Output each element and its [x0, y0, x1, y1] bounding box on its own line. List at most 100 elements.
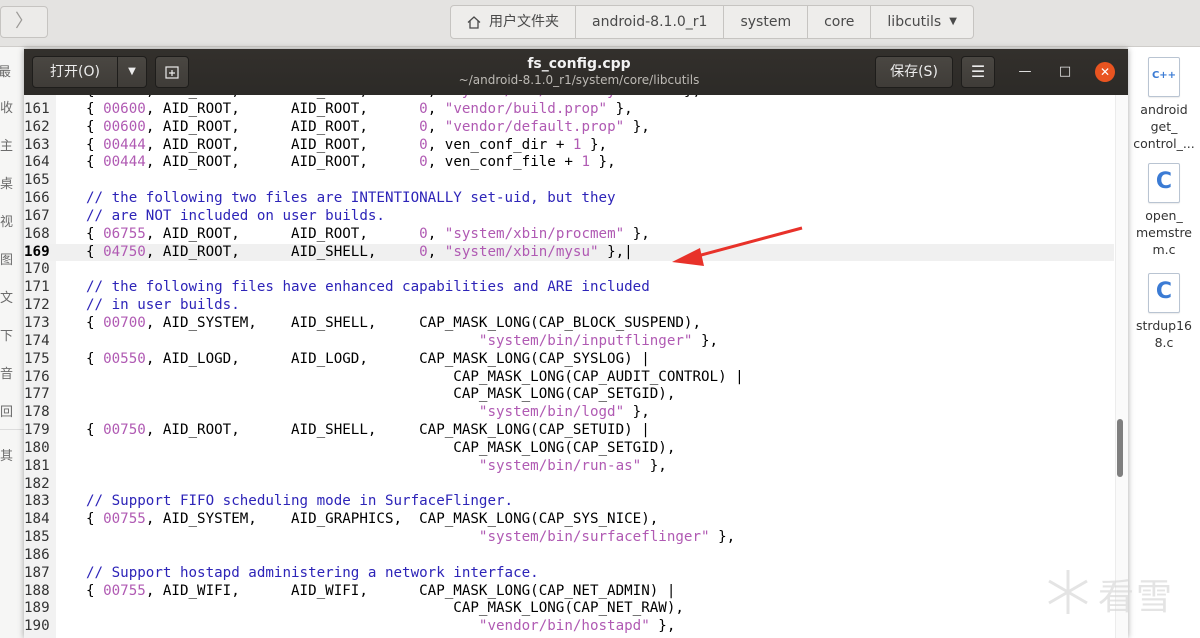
line-number: 176 — [24, 368, 50, 385]
sidebar-item[interactable]: 主 — [0, 135, 24, 153]
sidebar-item[interactable]: 视 — [0, 211, 24, 229]
code-token: }, — [675, 95, 701, 99]
code-token: { — [86, 582, 104, 599]
breadcrumb-android[interactable]: android-8.1.0_r1 — [576, 5, 725, 39]
breadcrumb-libcutils[interactable]: libcutils ▼ — [871, 5, 974, 39]
code-token: }, — [624, 404, 650, 421]
code-token: }, — [641, 457, 667, 474]
forward-button[interactable]: 〉 — [0, 6, 48, 38]
sidebar-item[interactable]: 其 — [0, 445, 24, 463]
sidebar-item[interactable]: 图 — [0, 249, 24, 267]
sidebar-item[interactable]: 回 — [0, 401, 24, 419]
code-line[interactable]: 183 // Support FIFO scheduling mode in Su… — [24, 493, 1114, 511]
watermark-text: 看雪 — [1098, 577, 1175, 618]
line-number: 183 — [24, 493, 50, 510]
code-token: { — [86, 95, 103, 99]
code-line[interactable]: 161 { 00600, AID_ROOT, AID_ROOT, 0, "vend… — [24, 101, 1114, 119]
code-token: , AID_ROOT, AID_ROOT, — [145, 100, 420, 117]
code-line[interactable]: 181 "system/bin/run-as" }, — [24, 458, 1114, 476]
line-text: // Support FIFO scheduling mode in Surfa… — [56, 493, 513, 511]
save-button[interactable]: 保存(S) — [875, 56, 953, 88]
code-token: , — [427, 243, 445, 260]
code-token: , AID_WIFI, AID_WIFI, CAP_MASK_LONG(CAP_… — [145, 582, 676, 599]
vertical-scrollbar[interactable] — [1115, 95, 1128, 638]
line-text: "vendor/bin/hostapd" }, — [56, 618, 675, 636]
code-line[interactable]: 163 { 00444, AID_ROOT, AID_ROOT, 0, ven_c… — [24, 137, 1114, 155]
code-line[interactable]: 189 CAP_MASK_LONG(CAP_NET_RAW), — [24, 600, 1114, 618]
code-token: { — [86, 154, 104, 171]
open-button[interactable]: 打开(O) — [32, 56, 118, 88]
cpp-file-icon: C++ — [1148, 57, 1180, 97]
new-document-button[interactable] — [155, 56, 189, 88]
code-line[interactable]: 173 { 00700, AID_SYSTEM, AID_SHELL, CAP_M… — [24, 315, 1114, 333]
code-line[interactable]: 186 — [24, 547, 1114, 565]
code-line[interactable]: 164 { 00444, AID_ROOT, AID_ROOT, 0, ven_c… — [24, 154, 1114, 172]
code-line[interactable]: 190 "vendor/bin/hostapd" }, — [24, 618, 1114, 636]
open-recent-dropdown[interactable]: ▼ — [117, 56, 147, 88]
code-line[interactable]: 175 { 00550, AID_LOGD, AID_LOGD, CAP_MASK… — [24, 351, 1114, 369]
line-number: 163 — [24, 136, 50, 153]
code-line[interactable]: 176 CAP_MASK_LONG(CAP_AUDIT_CONTROL) | — [24, 369, 1114, 387]
code-number: 00440 — [103, 95, 146, 99]
line-text: // the following files have enhanced cap… — [56, 279, 650, 297]
code-line[interactable]: 180 CAP_MASK_LONG(CAP_SETGID), — [24, 440, 1114, 458]
file-name: android get_ control_... — [1128, 101, 1200, 152]
code-line[interactable]: 182 — [24, 476, 1114, 494]
code-line[interactable]: 185 "system/bin/surfaceflinger" }, — [24, 529, 1114, 547]
file-item[interactable]: C++ android get_ control_... — [1128, 57, 1200, 152]
line-number: 180 — [24, 439, 50, 456]
document-path: ~/android-8.1.0_r1/system/core/libcutils — [458, 73, 700, 87]
line-number: 168 — [24, 225, 50, 242]
code-line[interactable]: 188 { 00755, AID_WIFI, AID_WIFI, CAP_MASK… — [24, 583, 1114, 601]
close-button[interactable]: ✕ — [1095, 62, 1115, 82]
minimize-icon: — — [1018, 64, 1032, 79]
code-line[interactable]: 177 CAP_MASK_LONG(CAP_SETGID), — [24, 386, 1114, 404]
sidebar-item[interactable]: 音 — [0, 363, 24, 381]
line-number: 184 — [24, 511, 50, 528]
file-item[interactable]: C open_ memstre m.c — [1128, 163, 1200, 258]
file-name-line: get_ — [1150, 119, 1178, 134]
sidebar-item[interactable]: 下 — [0, 325, 24, 343]
breadcrumb-core[interactable]: core — [808, 5, 872, 39]
document-title: fs_config.cpp — [527, 56, 631, 72]
sidebar-item[interactable]: 文 — [0, 287, 24, 305]
code-line[interactable]: 162 { 00600, AID_ROOT, AID_ROOT, 0, "vend… — [24, 119, 1114, 137]
code-view[interactable]: 160{ 00440, AID_ROOT, AID_ROOT, 0, "syst… — [24, 95, 1128, 638]
code-token: { — [86, 350, 104, 367]
file-badge: C — [1155, 169, 1173, 194]
line-number: 181 — [24, 457, 50, 474]
code-line[interactable]: 174 "system/bin/inputflinger" }, — [24, 333, 1114, 351]
code-line[interactable]: 187 // Support hostapd administering a ne… — [24, 565, 1114, 583]
code-line[interactable]: 167 // are NOT included on user builds. — [24, 208, 1114, 226]
code-line[interactable]: 165 — [24, 172, 1114, 190]
code-line[interactable]: 166 // the following two files are INTENT… — [24, 190, 1114, 208]
code-line[interactable]: 170 — [24, 261, 1114, 279]
code-line[interactable]: 169 { 04750, AID_ROOT, AID_SHELL, 0, "sys… — [24, 243, 1114, 262]
file-name-line: open_ — [1145, 208, 1183, 223]
code-line[interactable]: 179 { 00750, AID_ROOT, AID_SHELL, CAP_MAS… — [24, 422, 1114, 440]
maximize-button[interactable]: □ — [1055, 62, 1075, 82]
code-line[interactable]: 168 { 06755, AID_ROOT, AID_ROOT, 0, "syst… — [24, 226, 1114, 244]
line-number: 161 — [24, 100, 50, 117]
breadcrumb-system[interactable]: system — [724, 5, 809, 39]
sidebar-item[interactable]: 收 — [0, 97, 24, 115]
code-token: }, — [692, 332, 719, 349]
line-number: 179 — [24, 422, 50, 439]
code-line[interactable]: 171 // the following files have enhanced … — [24, 279, 1114, 297]
scrollbar-thumb[interactable] — [1117, 419, 1123, 477]
code-line[interactable]: 172 // in user builds. — [24, 297, 1114, 315]
code-line[interactable]: 178 "system/bin/logd" }, — [24, 404, 1114, 422]
line-text: CAP_MASK_LONG(CAP_SETGID), — [56, 386, 675, 404]
code-token: , AID_SYSTEM, AID_GRAPHICS, CAP_MASK_LON… — [145, 511, 659, 528]
code-line[interactable]: 184 { 00755, AID_SYSTEM, AID_GRAPHICS, CA… — [24, 511, 1114, 529]
sidebar-item[interactable]: 桌 — [0, 173, 24, 191]
breadcrumb-home[interactable]: 用户文件夹 — [450, 5, 576, 39]
minimize-button[interactable]: — — [1015, 62, 1035, 82]
sidebar-item[interactable]: 最 — [0, 61, 24, 79]
breadcrumb-label: core — [824, 14, 855, 30]
line-number: 172 — [24, 297, 50, 314]
file-item[interactable]: C strdup16 8.c — [1128, 273, 1200, 351]
hamburger-menu-button[interactable]: ☰ — [961, 56, 995, 88]
